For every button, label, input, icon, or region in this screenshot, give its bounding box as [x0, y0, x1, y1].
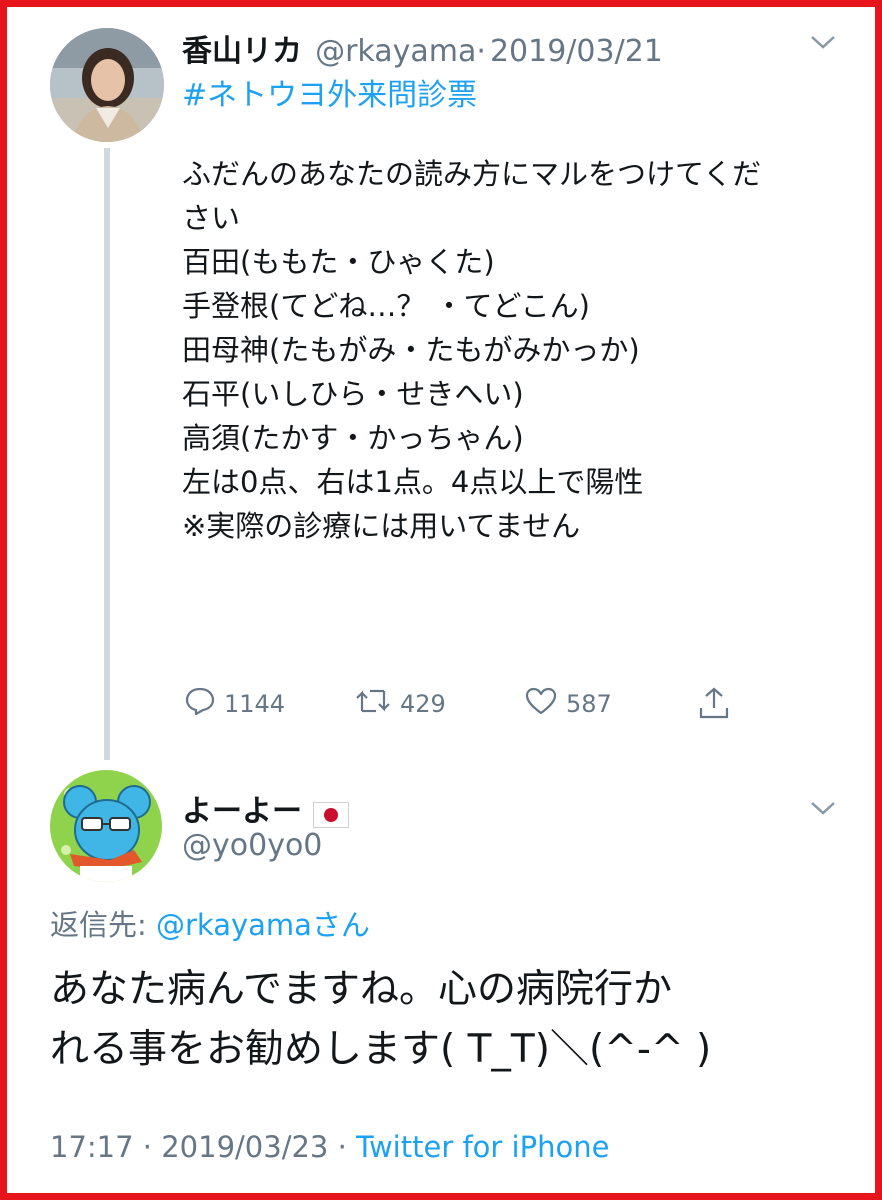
tweet2-name-row: よーよー [182, 786, 350, 832]
avatar-yoyo[interactable] [50, 770, 162, 882]
tweet-source-link[interactable]: Twitter for iPhone [356, 1130, 609, 1164]
tweet-date: 2019/03/23 [161, 1130, 329, 1164]
body-line: 手登根(てどね…？ ・てどこん) [182, 289, 590, 323]
tweet2-body: あなた病んでますね。心の病院行か れる事をお勧めします( T_T)＼(^-^ ) [50, 960, 711, 1080]
body-line: さい [182, 201, 241, 235]
body-line: 百田(ももた・ひゃくた) [182, 245, 495, 279]
body-line: 田母神(たもがみ・たもがみかっか) [182, 333, 640, 367]
author-name[interactable]: 香山リカ [182, 34, 302, 69]
reply-count: 1144 [224, 690, 286, 718]
tweet1-body: ふだんのあなたの読み方にマルをつけてくだ さい 百田(ももた・ひゃくた) 手登根… [182, 152, 761, 548]
retweet-count: 429 [400, 690, 446, 718]
author-handle[interactable]: @yo0yo0 [182, 828, 322, 863]
body-line: ふだんのあなたの読み方にマルをつけてくだ [182, 157, 762, 191]
body-line: 石平(いしひら・せきへい) [182, 377, 524, 411]
tweet-date[interactable]: 2019/03/21 [490, 34, 663, 69]
hashtag-link[interactable]: #ネトウヨ外来問診票 [182, 70, 477, 114]
reply-text-line: れる事をお勧めします( T_T)＼(^-^ ) [50, 1027, 712, 1072]
body-line: 高須(たかす・かっちゃん) [182, 421, 524, 455]
share-icon[interactable] [697, 686, 731, 724]
chevron-down-icon[interactable] [810, 34, 836, 54]
reply-to-label: 返信先: [50, 908, 156, 942]
reply-to-handle[interactable]: @rkayamaさん [156, 908, 370, 942]
chevron-down-icon[interactable] [810, 800, 836, 820]
like-button[interactable]: 587 [524, 686, 612, 722]
avatar-kayama[interactable] [50, 28, 164, 142]
body-line: ※実際の診療には用いてません [182, 509, 581, 543]
retweet-button[interactable]: 429 [354, 686, 446, 722]
like-count: 587 [566, 690, 612, 718]
retweet-icon [354, 686, 400, 722]
thread-line [104, 148, 110, 760]
reply-text-line: あなた病んでますね。心の病院行か [50, 967, 673, 1012]
separator: · [476, 34, 486, 69]
body-line: 左は0点、右は1点。4点以上で陽性 [182, 465, 644, 499]
tweet1-header: 香山リカ @rkayama· 2019/03/21 [182, 26, 663, 70]
reply-icon [184, 686, 224, 722]
author-handle[interactable]: @rkayama [315, 34, 476, 69]
like-icon [524, 686, 566, 722]
reply-to-line: 返信先: @rkayamaさん [50, 902, 370, 944]
japan-flag-icon [313, 801, 350, 832]
reply-button[interactable]: 1144 [184, 686, 285, 722]
author-name[interactable]: よーよー [182, 794, 302, 829]
tweet-time: 17:17 [50, 1130, 134, 1164]
tweet2-meta: 17:17 · 2019/03/23 · Twitter for iPhone [50, 1130, 609, 1164]
separator: · [337, 1130, 347, 1164]
separator: · [142, 1130, 153, 1164]
